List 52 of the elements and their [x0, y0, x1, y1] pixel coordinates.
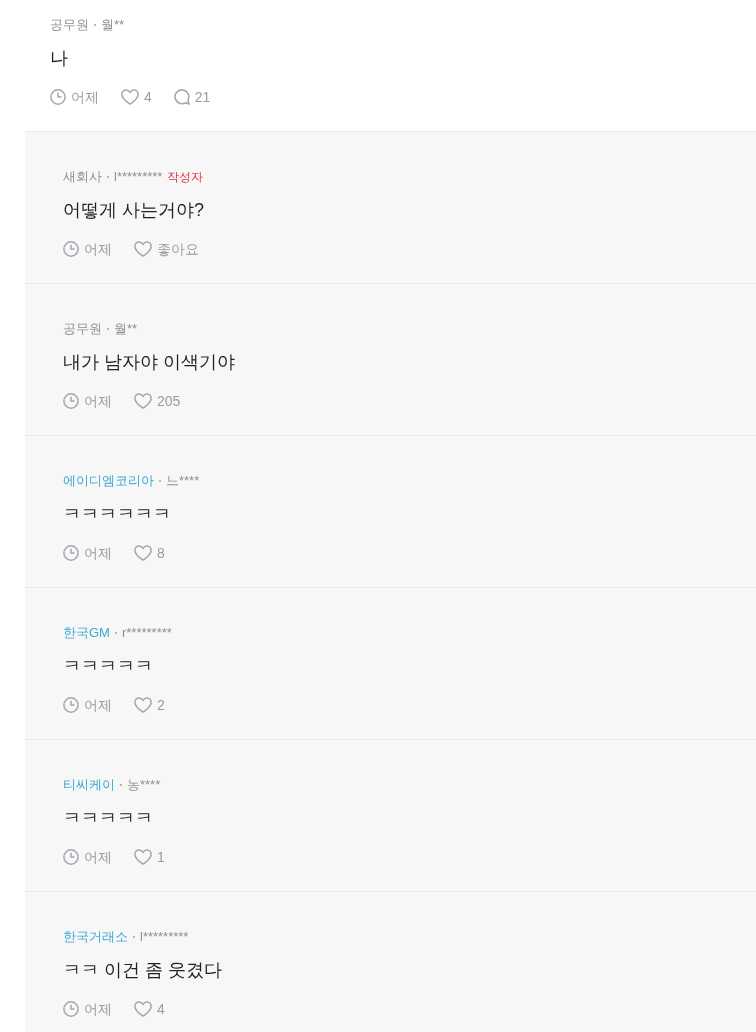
clock-icon [63, 393, 79, 409]
heart-icon [134, 1001, 152, 1017]
time-label: 어제 [84, 848, 112, 866]
comment-text: ㅋㅋ 이건 좀 웃겼다 [63, 959, 222, 982]
company-name: 공무원 [63, 320, 102, 338]
company-name[interactable]: 한국GM [63, 624, 110, 642]
comment-text: 어떻게 사는거야? [63, 199, 204, 222]
heart-icon [134, 697, 152, 713]
author-tag: 작성자 [167, 169, 204, 185]
like-button[interactable]: 205 [134, 392, 181, 410]
clock-icon [63, 1001, 79, 1017]
heart-icon [134, 393, 152, 409]
nickname: 느**** [166, 472, 200, 490]
company-name: 공무원 [50, 16, 89, 34]
time-label: 어제 [84, 696, 112, 714]
time-label: 어제 [84, 1000, 112, 1018]
comment-text: ㅋㅋㅋㅋㅋ [63, 807, 153, 830]
comment-text: 나 [50, 47, 68, 70]
company-name[interactable]: 티씨케이 [63, 776, 115, 794]
company-name[interactable]: 한국거래소 [63, 928, 128, 946]
reply-button[interactable]: 21 [173, 88, 211, 106]
nickname: r********* [121, 624, 172, 642]
heart-icon [121, 89, 139, 105]
heart-icon [134, 849, 152, 865]
like-button[interactable]: 8 [134, 544, 165, 562]
like-button[interactable]: 좋아요 [134, 240, 199, 258]
nickname: l********* [140, 928, 189, 946]
time-label: 어제 [84, 544, 112, 562]
time-label: 어제 [84, 392, 112, 410]
nickname: 월** [114, 320, 138, 338]
like-button[interactable]: 2 [134, 696, 165, 714]
speech-bubble-icon [173, 89, 190, 105]
comment-text: 내가 남자야 이색기야 [63, 351, 235, 374]
like-button[interactable]: 4 [121, 88, 152, 106]
clock-icon [50, 89, 66, 105]
comment-text: ㅋㅋㅋㅋㅋㅋ [63, 503, 171, 526]
clock-icon [63, 697, 79, 713]
like-button[interactable]: 1 [134, 848, 165, 866]
nickname: 농**** [127, 776, 161, 794]
company-name[interactable]: 에이디엠코리아 [63, 472, 154, 490]
clock-icon [63, 241, 79, 257]
clock-icon [63, 545, 79, 561]
heart-icon [134, 241, 152, 257]
nickname: l********* [114, 168, 163, 186]
company-name: 새회사 [63, 168, 102, 186]
time-label: 어제 [71, 88, 99, 106]
heart-icon [134, 545, 152, 561]
comment-text: ㅋㅋㅋㅋㅋ [63, 655, 153, 678]
nickname: 월** [101, 16, 125, 34]
clock-icon [63, 849, 79, 865]
like-button[interactable]: 4 [134, 1000, 165, 1018]
time-label: 어제 [84, 240, 112, 258]
